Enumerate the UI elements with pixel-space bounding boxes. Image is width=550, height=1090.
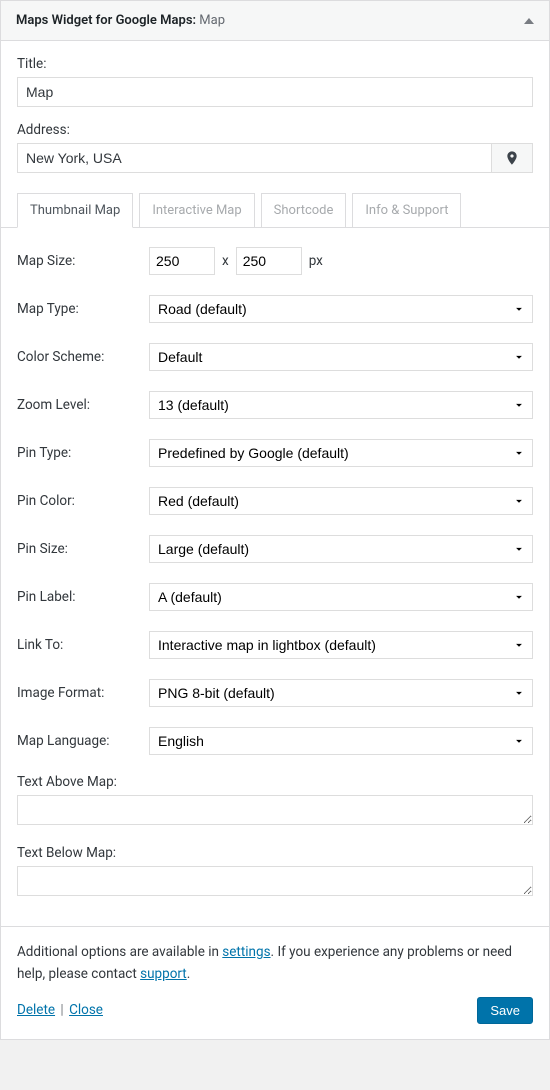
link-to-label: Link To: [17,637,149,653]
link-to-select[interactable]: Interactive map in lightbox (default) [149,631,533,659]
footer-text1: Additional options are available in [17,944,222,960]
map-pin-icon [504,150,520,166]
map-type-row: Map Type: Road (default) [17,294,533,324]
map-type-select[interactable]: Road (default) [149,295,533,323]
text-above-group: Text Above Map: [17,774,533,829]
map-language-label: Map Language: [17,733,149,749]
title-label: Title: [17,56,533,72]
map-language-row: Map Language: English [17,726,533,756]
widget-header[interactable]: Maps Widget for Google Maps: Map [1,1,549,41]
tab-info-support[interactable]: Info & Support [352,193,461,228]
size-separator: x [222,253,229,269]
address-pin-button[interactable] [491,143,533,173]
zoom-level-label: Zoom Level: [17,397,149,413]
image-format-label: Image Format: [17,685,149,701]
pin-label-row: Pin Label: A (default) [17,582,533,612]
tab-thumbnail-map[interactable]: Thumbnail Map [17,193,133,228]
pin-size-select[interactable]: Large (default) [149,535,533,563]
collapse-icon[interactable] [524,18,534,24]
text-below-group: Text Below Map: [17,845,533,900]
pin-color-label: Pin Color: [17,493,149,509]
text-above-input[interactable] [17,795,533,825]
close-link[interactable]: Close [69,1002,103,1018]
map-type-label: Map Type: [17,301,149,317]
title-input[interactable] [17,77,533,107]
pin-label-label: Pin Label: [17,589,149,605]
zoom-level-row: Zoom Level: 13 (default) [17,390,533,420]
color-scheme-row: Color Scheme: Default [17,342,533,372]
map-width-input[interactable] [149,247,215,275]
pin-label-select[interactable]: A (default) [149,583,533,611]
title-field-group: Title: [17,56,533,107]
widget-title-sub: Map [199,13,225,28]
map-size-row: Map Size: x px [17,246,533,276]
color-scheme-label: Color Scheme: [17,349,149,365]
address-label: Address: [17,122,533,138]
pin-type-row: Pin Type: Predefined by Google (default) [17,438,533,468]
tabs: Thumbnail Map Interactive Map Shortcode … [17,193,533,228]
save-button[interactable]: Save [477,997,533,1024]
map-size-label: Map Size: [17,253,149,269]
tab-panel-thumbnail: Map Size: x px Map Type: Road (default) … [1,227,549,926]
pin-color-select[interactable]: Red (default) [149,487,533,515]
settings-link[interactable]: settings [222,944,270,960]
text-above-label: Text Above Map: [17,774,533,790]
text-below-input[interactable] [17,866,533,896]
support-link[interactable]: support [140,966,187,982]
widget-title-main: Maps Widget for Google Maps: [16,13,196,28]
link-divider: | [60,1002,63,1018]
widget-footer: Additional options are available in sett… [1,926,549,1039]
widget-body: Title: Address: Thumbnail Map Interactiv… [1,41,549,926]
address-field-group: Address: [17,122,533,173]
zoom-level-select[interactable]: 13 (default) [149,391,533,419]
pin-type-label: Pin Type: [17,445,149,461]
map-size-control: x px [149,247,533,275]
footer-links: Delete | Close Save [17,997,533,1024]
pin-size-label: Pin Size: [17,541,149,557]
tab-interactive-map[interactable]: Interactive Map [139,193,254,228]
pin-size-row: Pin Size: Large (default) [17,534,533,564]
pin-color-row: Pin Color: Red (default) [17,486,533,516]
delete-link[interactable]: Delete [17,1002,55,1018]
image-format-select[interactable]: PNG 8-bit (default) [149,679,533,707]
pin-type-select[interactable]: Predefined by Google (default) [149,439,533,467]
map-language-select[interactable]: English [149,727,533,755]
address-row [17,143,533,173]
size-unit: px [309,253,323,269]
link-to-row: Link To: Interactive map in lightbox (de… [17,630,533,660]
map-height-input[interactable] [236,247,302,275]
widget-title: Maps Widget for Google Maps: Map [16,13,225,28]
color-scheme-select[interactable]: Default [149,343,533,371]
tab-shortcode[interactable]: Shortcode [261,193,347,228]
widget-container: Maps Widget for Google Maps: Map Title: … [0,0,550,1040]
text-below-label: Text Below Map: [17,845,533,861]
footer-text3: . [187,966,191,982]
footer-help-text: Additional options are available in sett… [17,942,533,985]
image-format-row: Image Format: PNG 8-bit (default) [17,678,533,708]
footer-left-links: Delete | Close [17,1000,103,1022]
address-input[interactable] [17,143,491,173]
